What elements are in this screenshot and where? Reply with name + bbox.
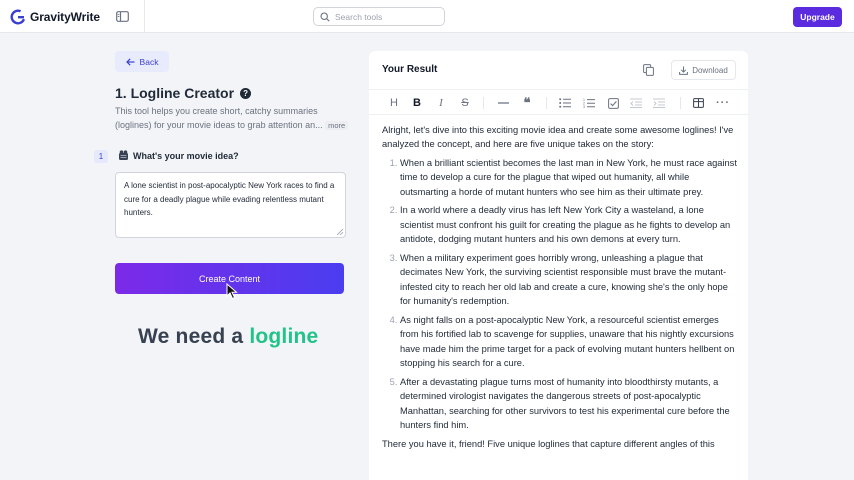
toolbar-separator xyxy=(546,97,547,109)
movie-idea-value: A lone scientist in post-apocalyptic New… xyxy=(124,181,335,217)
quote-icon[interactable]: ❝ xyxy=(520,95,534,110)
svg-text:3: 3 xyxy=(583,105,585,108)
result-intro: Alright, let's dive into this exciting m… xyxy=(382,125,734,150)
tagline-accent: logline xyxy=(249,325,319,348)
more-button[interactable]: more xyxy=(325,120,349,130)
italic-icon[interactable]: I xyxy=(434,96,448,110)
search-input[interactable]: Search tools xyxy=(313,7,445,26)
bold-icon[interactable]: B xyxy=(410,96,424,110)
logline-item: As night falls on a post-apocalyptic New… xyxy=(400,313,738,371)
result-content: Alright, let's dive into this exciting m… xyxy=(382,123,738,451)
result-outro: There you have it, friend! Five unique l… xyxy=(382,438,715,449)
numbered-list-icon[interactable]: 1 2 3 xyxy=(582,96,596,110)
resize-handle-icon[interactable] xyxy=(337,229,343,235)
page-title: 1. Logline Creator ? xyxy=(115,85,252,101)
download-button[interactable]: Download xyxy=(671,60,736,80)
movie-idea-input[interactable]: A lone scientist in post-apocalyptic New… xyxy=(115,172,346,238)
toolbar-separator xyxy=(483,97,484,109)
download-label: Download xyxy=(692,65,728,75)
brand-name: GravityWrite xyxy=(30,10,100,24)
logline-item: When a military experiment goes horribly… xyxy=(400,251,738,309)
step-number: 1 xyxy=(94,150,108,163)
editor-toolbar: H B I S ❝ 1 2 3 ··· xyxy=(369,89,748,115)
back-button[interactable]: Back xyxy=(115,51,169,72)
outdent-icon[interactable] xyxy=(629,96,643,110)
header-divider xyxy=(144,0,145,33)
upgrade-button[interactable]: Upgrade xyxy=(793,7,842,27)
step-label-text: What's your movie idea? xyxy=(133,150,239,161)
bullet-list-icon[interactable] xyxy=(558,96,572,110)
search-placeholder: Search tools xyxy=(335,11,383,22)
arrow-left-icon xyxy=(125,57,135,66)
logline-item: In a world where a deadly virus has left… xyxy=(400,203,738,246)
horizontal-rule-icon[interactable] xyxy=(496,96,510,110)
table-icon[interactable] xyxy=(691,96,705,110)
result-panel: Your Result Download H B I S ❝ 1 2 3 ···… xyxy=(369,51,748,480)
gravitywrite-logo-icon xyxy=(10,9,26,25)
top-bar: GravityWrite Search tools Upgrade xyxy=(0,0,854,33)
more-icon[interactable]: ··· xyxy=(716,96,730,110)
toolbar-separator xyxy=(680,97,681,109)
copy-icon[interactable] xyxy=(643,64,654,76)
search-icon xyxy=(320,11,330,22)
result-title: Your Result xyxy=(382,64,438,75)
tagline-prefix: We need a xyxy=(138,325,244,348)
mouse-cursor-icon xyxy=(226,283,238,300)
tool-description-text: This tool helps you create short, catchy… xyxy=(115,106,323,130)
indent-icon[interactable] xyxy=(652,96,666,110)
logline-item: When a brilliant scientist becomes the l… xyxy=(400,156,738,199)
checklist-icon[interactable] xyxy=(606,96,620,110)
film-camera-icon xyxy=(119,150,128,160)
back-label: Back xyxy=(139,56,159,67)
tagline: We need a logline xyxy=(138,325,318,349)
heading-icon[interactable]: H xyxy=(387,96,401,110)
download-icon xyxy=(679,66,689,75)
strikethrough-icon[interactable]: S xyxy=(458,96,472,110)
sidebar-toggle-icon[interactable] xyxy=(116,11,129,22)
tool-title-text: 1. Logline Creator xyxy=(115,85,235,101)
tool-description: This tool helps you create short, catchy… xyxy=(115,105,355,132)
logline-item: After a devastating plague turns most of… xyxy=(400,375,738,433)
step-label: What's your movie idea? xyxy=(118,150,239,161)
logline-list: When a brilliant scientist becomes the l… xyxy=(382,156,738,433)
brand-logo[interactable]: GravityWrite xyxy=(10,9,100,25)
help-icon[interactable]: ? xyxy=(240,87,252,99)
